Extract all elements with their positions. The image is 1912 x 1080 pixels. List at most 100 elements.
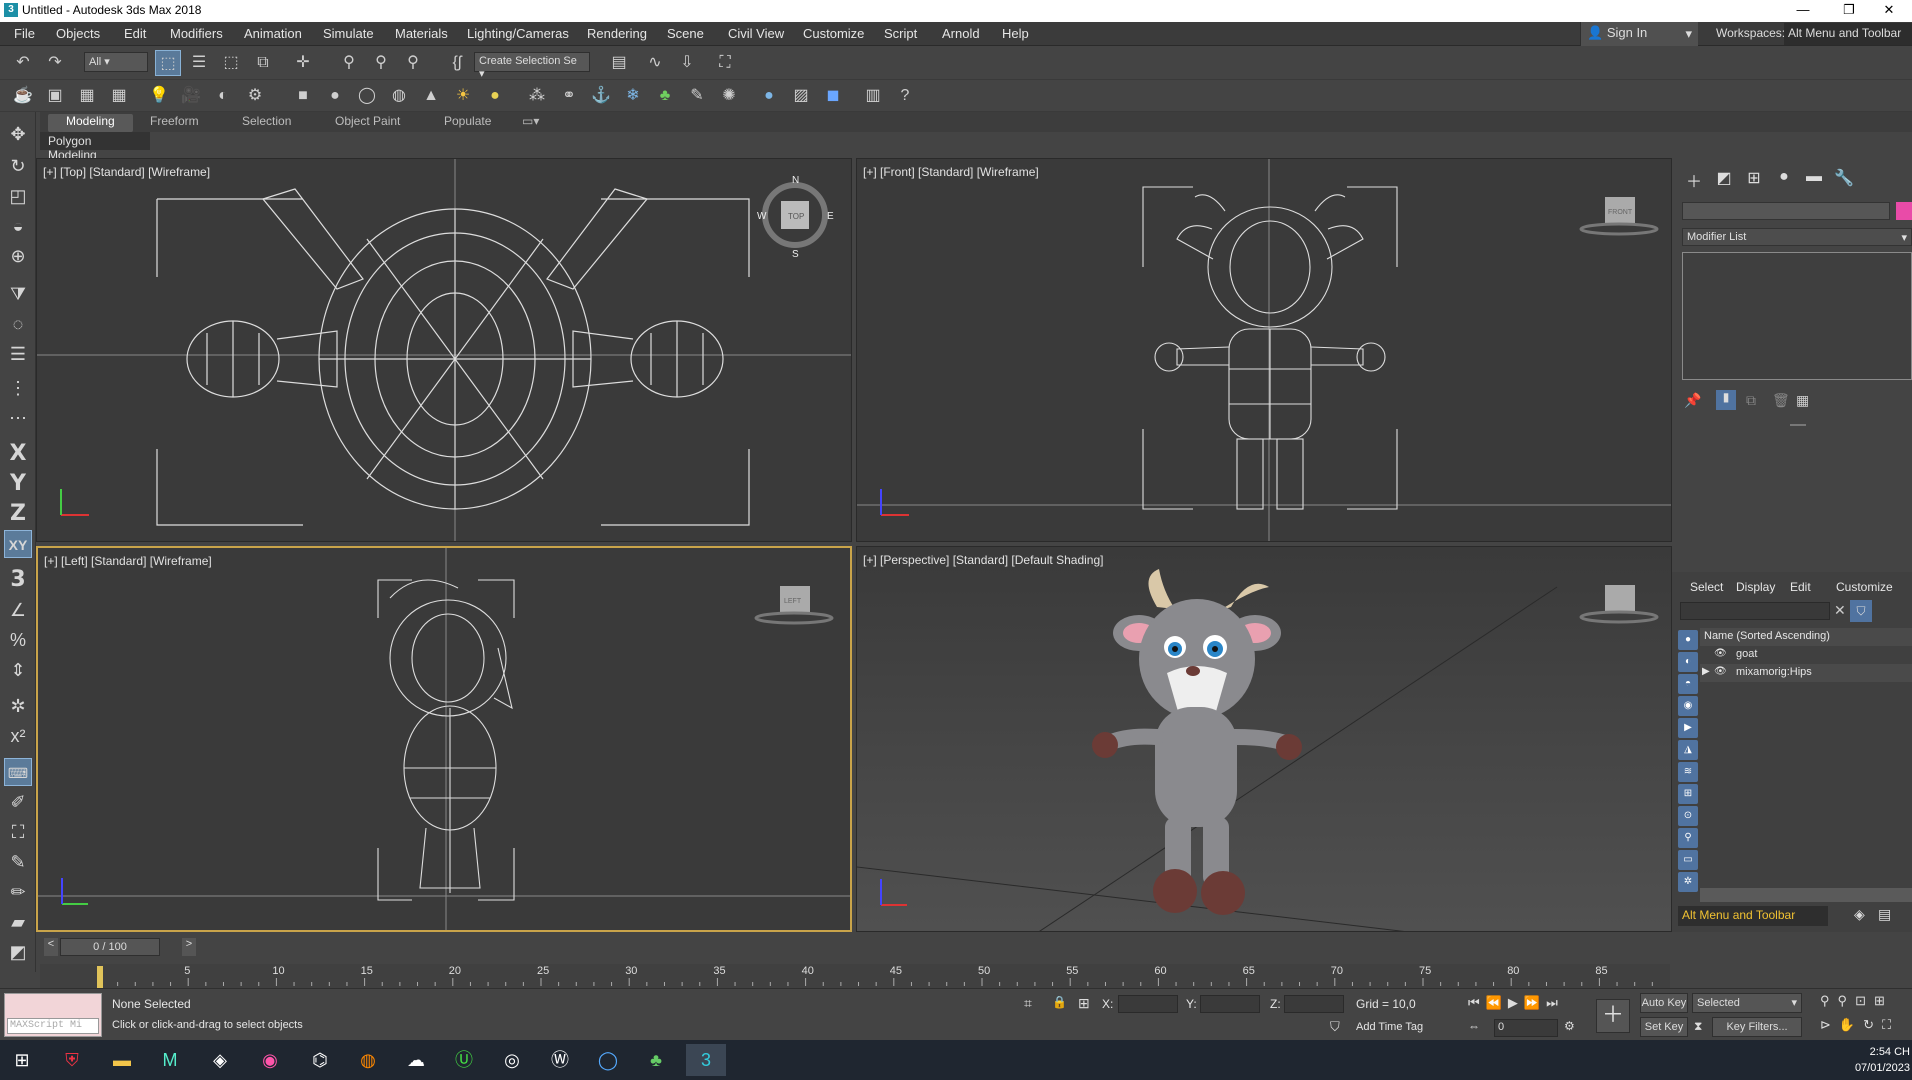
set-key-button[interactable]: Set Key [1640,1017,1688,1037]
cloud-app-icon[interactable]: ☁ [396,1044,436,1076]
key-filters-button[interactable]: Key Filters... [1712,1017,1802,1037]
arnold-render-icon[interactable]: ◼ [820,83,846,109]
zoom-extents-all-icon[interactable]: ⊞ [1874,993,1893,1008]
x-coordinate-field[interactable] [1118,995,1178,1013]
light-icon[interactable]: 💡 [146,83,172,109]
display-containers-icon[interactable]: ▭ [1678,850,1698,870]
particle-icon[interactable]: ⁂ [524,83,550,109]
maxscript-listener[interactable]: MAXScript Mi [4,993,102,1037]
scene-tab-edit[interactable]: Edit [1790,580,1811,594]
tab-object-paint[interactable]: Object Paint [335,114,400,128]
tab-freeform[interactable]: Freeform [150,114,199,128]
modify-tab-icon[interactable]: ◩ [1712,168,1736,192]
display-bones-icon[interactable]: ⚲ [1678,828,1698,848]
axis-z-icon[interactable]: Z [4,500,32,528]
filter-icon[interactable]: ⛉ [1850,600,1872,622]
snap-3d-icon[interactable]: 3 [4,566,32,594]
field-of-view-icon[interactable]: ⊳ [1820,1017,1839,1032]
show-end-result-icon[interactable]: ▮ [1716,390,1736,410]
object-color-swatch[interactable] [1896,202,1912,220]
current-frame-field[interactable]: 0 [1494,1019,1558,1037]
snap-icon[interactable]: ⚲ [336,50,362,76]
mirror-icon[interactable]: ⧩ [4,280,32,308]
motion-tab-icon[interactable]: ● [1772,168,1796,192]
sign-in-button[interactable]: 👤 Sign In ▾ [1580,22,1698,46]
security-app-icon[interactable]: ⛨ [52,1044,92,1076]
lock-selection-icon[interactable]: 🔒 [1052,995,1067,1009]
rotate-icon[interactable]: ↻ [4,152,32,180]
auto-key-button[interactable]: Auto Key [1640,993,1688,1013]
axis-y-icon[interactable]: Y [4,470,32,498]
word-app-icon[interactable]: Ⓦ [540,1044,580,1076]
sphere-icon[interactable]: ● [322,83,348,109]
rendered-frame-icon[interactable]: ▦ [74,83,100,109]
spinner-snap-icon[interactable]: ⇕ [4,656,32,684]
modifier-stack[interactable] [1682,252,1912,380]
keyboard-shortcut-icon[interactable]: ⌨ [4,758,32,786]
time-config-icon[interactable]: ⚙ [1564,1019,1575,1033]
menu-file[interactable]: File [14,26,35,41]
display-shapes-icon[interactable]: ◓ [1678,674,1698,694]
curve-editor-icon[interactable]: ∿ [642,50,668,76]
tab-modeling[interactable]: Modeling [48,114,133,132]
minimize-button[interactable]: — [1780,0,1826,22]
select-move-icon[interactable]: ✛ [290,50,316,76]
maya-icon[interactable]: M [150,1044,190,1076]
hierarchy-tab-icon[interactable]: ⊞ [1742,168,1766,192]
key-mode-dropdown[interactable]: Selected ▾ [1692,993,1802,1013]
cone-icon[interactable]: ▲ [418,83,444,109]
display-spacewarps-icon[interactable]: ≋ [1678,762,1698,782]
pivot-icon[interactable]: ⊕ [4,242,32,270]
next-key-icon[interactable]: ⏩ [1524,995,1546,1010]
brush-icon[interactable]: ▰ [4,908,32,936]
create-selection-set-dropdown[interactable]: Create Selection Se ▾ [474,52,590,80]
sun-icon[interactable]: ☀ [450,83,476,109]
column-header[interactable]: Name (Sorted Ascending) [1700,628,1912,646]
paint-icon[interactable]: ✎ [4,848,32,876]
help-icon[interactable]: ? [892,83,918,109]
time-tag-icon[interactable]: ⛉ [1330,1019,1340,1035]
list-item[interactable]: 👁 goat [1700,646,1912,664]
render-frame-icon[interactable]: ▨ [788,83,814,109]
select-object-icon[interactable]: ⬚ [155,50,181,76]
cylinder-icon[interactable]: ◯ [354,83,380,109]
tab-populate[interactable]: Populate [444,114,491,128]
edit-pen-icon[interactable]: ✐ [4,788,32,816]
clone-icon[interactable]: ⋯ [4,404,32,432]
scene-tab-select[interactable]: Select [1690,580,1723,594]
window-crossing-icon[interactable]: ⧉ [250,50,276,76]
zoom-all-icon[interactable]: ⚲ [1838,993,1856,1008]
helper-icon[interactable]: ◐ [210,83,236,109]
modifier-list-dropdown[interactable]: Modifier List ▾ [1682,228,1912,246]
layer-explorer-icon[interactable]: ▤ [606,50,632,76]
render-queue-icon[interactable]: ▥ [860,83,886,109]
orbit-icon[interactable]: ↻ [1863,1017,1882,1032]
align-icon[interactable]: ◌ [4,310,32,338]
list-item[interactable]: ▶ 👁 mixamorig:Hips [1700,664,1912,682]
tab-selection[interactable]: Selection [242,114,291,128]
menu-edit[interactable]: Edit [124,26,146,41]
array-icon[interactable]: ☰ [4,340,32,368]
teapot-icon[interactable]: ☕ [10,83,36,109]
eraser-icon[interactable]: ◩ [4,938,32,966]
axis-x-icon[interactable]: X [4,440,32,468]
display-all-icon[interactable]: ✲ [1678,872,1698,892]
sketch-icon[interactable]: ✏ [4,878,32,906]
spacing-icon[interactable]: ⋮ [4,374,32,402]
axis-xy-icon[interactable]: XY [4,530,32,558]
vscode-icon[interactable]: ⌬ [300,1044,340,1076]
menu-modifiers[interactable]: Modifiers [170,26,223,41]
render-production-icon[interactable]: ▦ [106,83,132,109]
panel-divider[interactable] [1790,424,1806,426]
menu-lighting-cameras[interactable]: Lighting/Cameras [467,26,569,41]
zoom-extents-icon[interactable]: ⊡ [1855,993,1874,1008]
upwork-icon[interactable]: Ⓤ [444,1044,484,1076]
key-mode-icon[interactable]: ⇔ [1468,1019,1480,1033]
workspace-footer-dropdown[interactable]: Alt Menu and Toolbar [1678,906,1828,926]
menu-help[interactable]: Help [1002,26,1029,41]
display-none-icon[interactable]: ● [1678,630,1698,650]
menu-script[interactable]: Script [884,26,917,41]
zalo-icon[interactable]: ◯ [588,1044,628,1076]
schematic-view-icon[interactable]: ⇩ [674,50,700,76]
scene-tab-display[interactable]: Display [1736,580,1775,594]
